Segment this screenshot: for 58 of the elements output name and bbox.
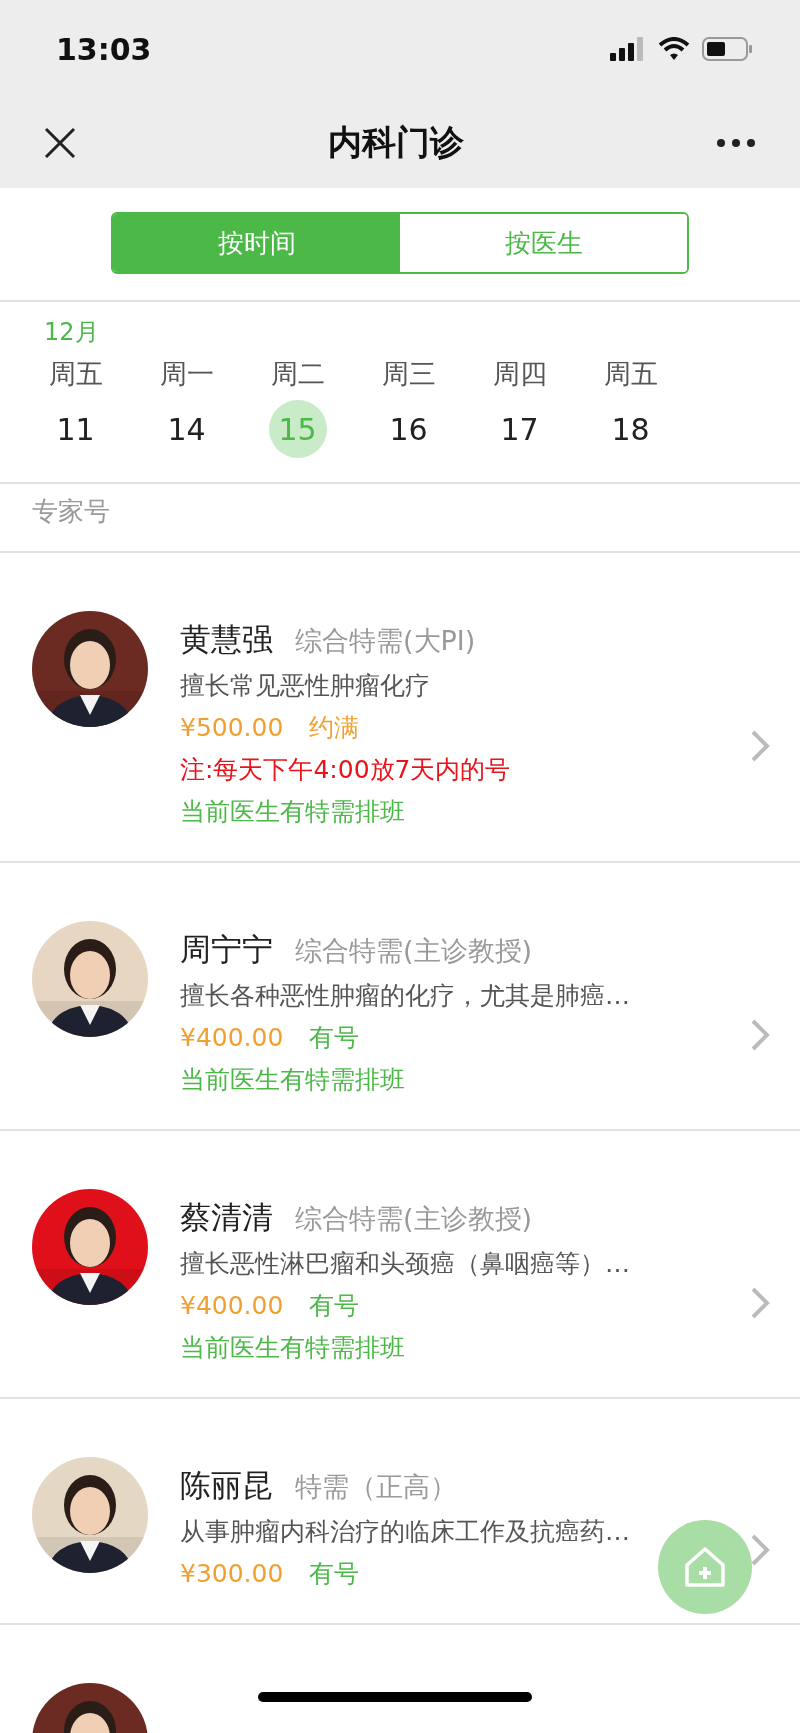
- chevron-right-icon: [750, 1018, 770, 1052]
- doctor-name: 黄慧强: [180, 620, 273, 659]
- weekday-label: 周五: [603, 357, 658, 391]
- weekday-label: 周四: [492, 357, 547, 391]
- date-item[interactable]: 周四 17: [464, 354, 575, 458]
- battery-icon: [702, 37, 754, 61]
- date-number: 17: [499, 410, 540, 449]
- chevron-right-icon: [750, 729, 770, 763]
- date-item[interactable]: 周三 16: [353, 354, 464, 458]
- price: ¥500.00: [180, 712, 284, 744]
- date-item[interactable]: 周一 14: [131, 354, 242, 458]
- doctor-description: 擅长恶性淋巴瘤和头颈癌（鼻咽癌等）…: [180, 1248, 630, 1280]
- doctor-name: 蔡清清: [180, 1198, 273, 1237]
- close-icon: [44, 127, 76, 159]
- doctor-row[interactable]: 黄慧强 综合特需(大PI) 擅长常见恶性肿瘤化疗 ¥500.00 约满 注:每天下午4:00放7天内的号 当前医生有特需排班: [0, 553, 800, 863]
- month-label: 12月: [43, 317, 100, 348]
- date-number: 14: [166, 410, 207, 449]
- doctor-note: 注:每天下午4:00放7天内的号: [180, 754, 511, 786]
- more-icon: [716, 138, 756, 148]
- availability-status: 约满: [309, 712, 360, 744]
- availability-status: 有号: [309, 1558, 360, 1590]
- doctor-name: 陈丽昆: [180, 1466, 273, 1505]
- price: ¥300.00: [180, 1558, 284, 1590]
- date-number: 18: [610, 410, 651, 449]
- date-number: 11: [55, 410, 96, 449]
- doctor-title: 特需（正高）: [295, 1470, 457, 1504]
- chevron-right-icon: [750, 1533, 770, 1567]
- doctor-name: 周宁宁: [180, 930, 273, 969]
- doctor-description: 擅长常见恶性肿瘤化疗: [180, 670, 430, 702]
- weekday-label: 周一: [159, 357, 214, 391]
- date-item[interactable]: 周五 11: [20, 354, 131, 458]
- availability-status: 有号: [309, 1022, 360, 1054]
- signal-icon: [610, 37, 646, 61]
- weekday-label: 周二: [270, 357, 325, 391]
- section-label: 专家号: [0, 484, 800, 553]
- doctor-description: 擅长各种恶性肿瘤的化疗，尤其是肺癌…: [180, 980, 630, 1012]
- date-number: 16: [388, 410, 429, 449]
- schedule-label: 当前医生有特需排班: [180, 1064, 405, 1096]
- doctor-title: 综合特需(主诊教授): [295, 934, 533, 968]
- schedule-label: 当前医生有特需排班: [180, 1332, 405, 1364]
- doctor-row[interactable]: 蔡清清 综合特需(主诊教授) 擅长恶性淋巴瘤和头颈癌（鼻咽癌等）… ¥400.00 有号 当前医生有特需排班: [0, 1131, 800, 1399]
- doctor-title: 综合特需(大PI): [295, 624, 476, 658]
- weekday-label: 周五: [48, 357, 103, 391]
- date-item[interactable]: 周五 18: [575, 354, 686, 458]
- date-item[interactable]: 周二 15: [242, 354, 353, 458]
- doctor-title: 综合特需(主诊教授): [295, 1202, 533, 1236]
- doctor-description: 从事肿瘤内科治疗的临床工作及抗癌药…: [180, 1516, 630, 1548]
- chevron-right-icon: [750, 1286, 770, 1320]
- page-title: 内科门诊: [328, 121, 464, 164]
- wifi-icon: [658, 37, 690, 61]
- date-number: 15: [268, 400, 327, 458]
- doctor-row[interactable]: 周宁宁 综合特需(主诊教授) 擅长各种恶性肿瘤的化疗，尤其是肺癌… ¥400.00 有号 当前医生有特需排班: [0, 863, 800, 1131]
- status-time: 13:03: [56, 31, 152, 67]
- weekday-label: 周三: [381, 357, 436, 391]
- schedule-label: 当前医生有特需排班: [180, 796, 405, 828]
- price: ¥400.00: [180, 1022, 284, 1054]
- availability-status: 有号: [309, 1290, 360, 1322]
- price: ¥400.00: [180, 1290, 284, 1322]
